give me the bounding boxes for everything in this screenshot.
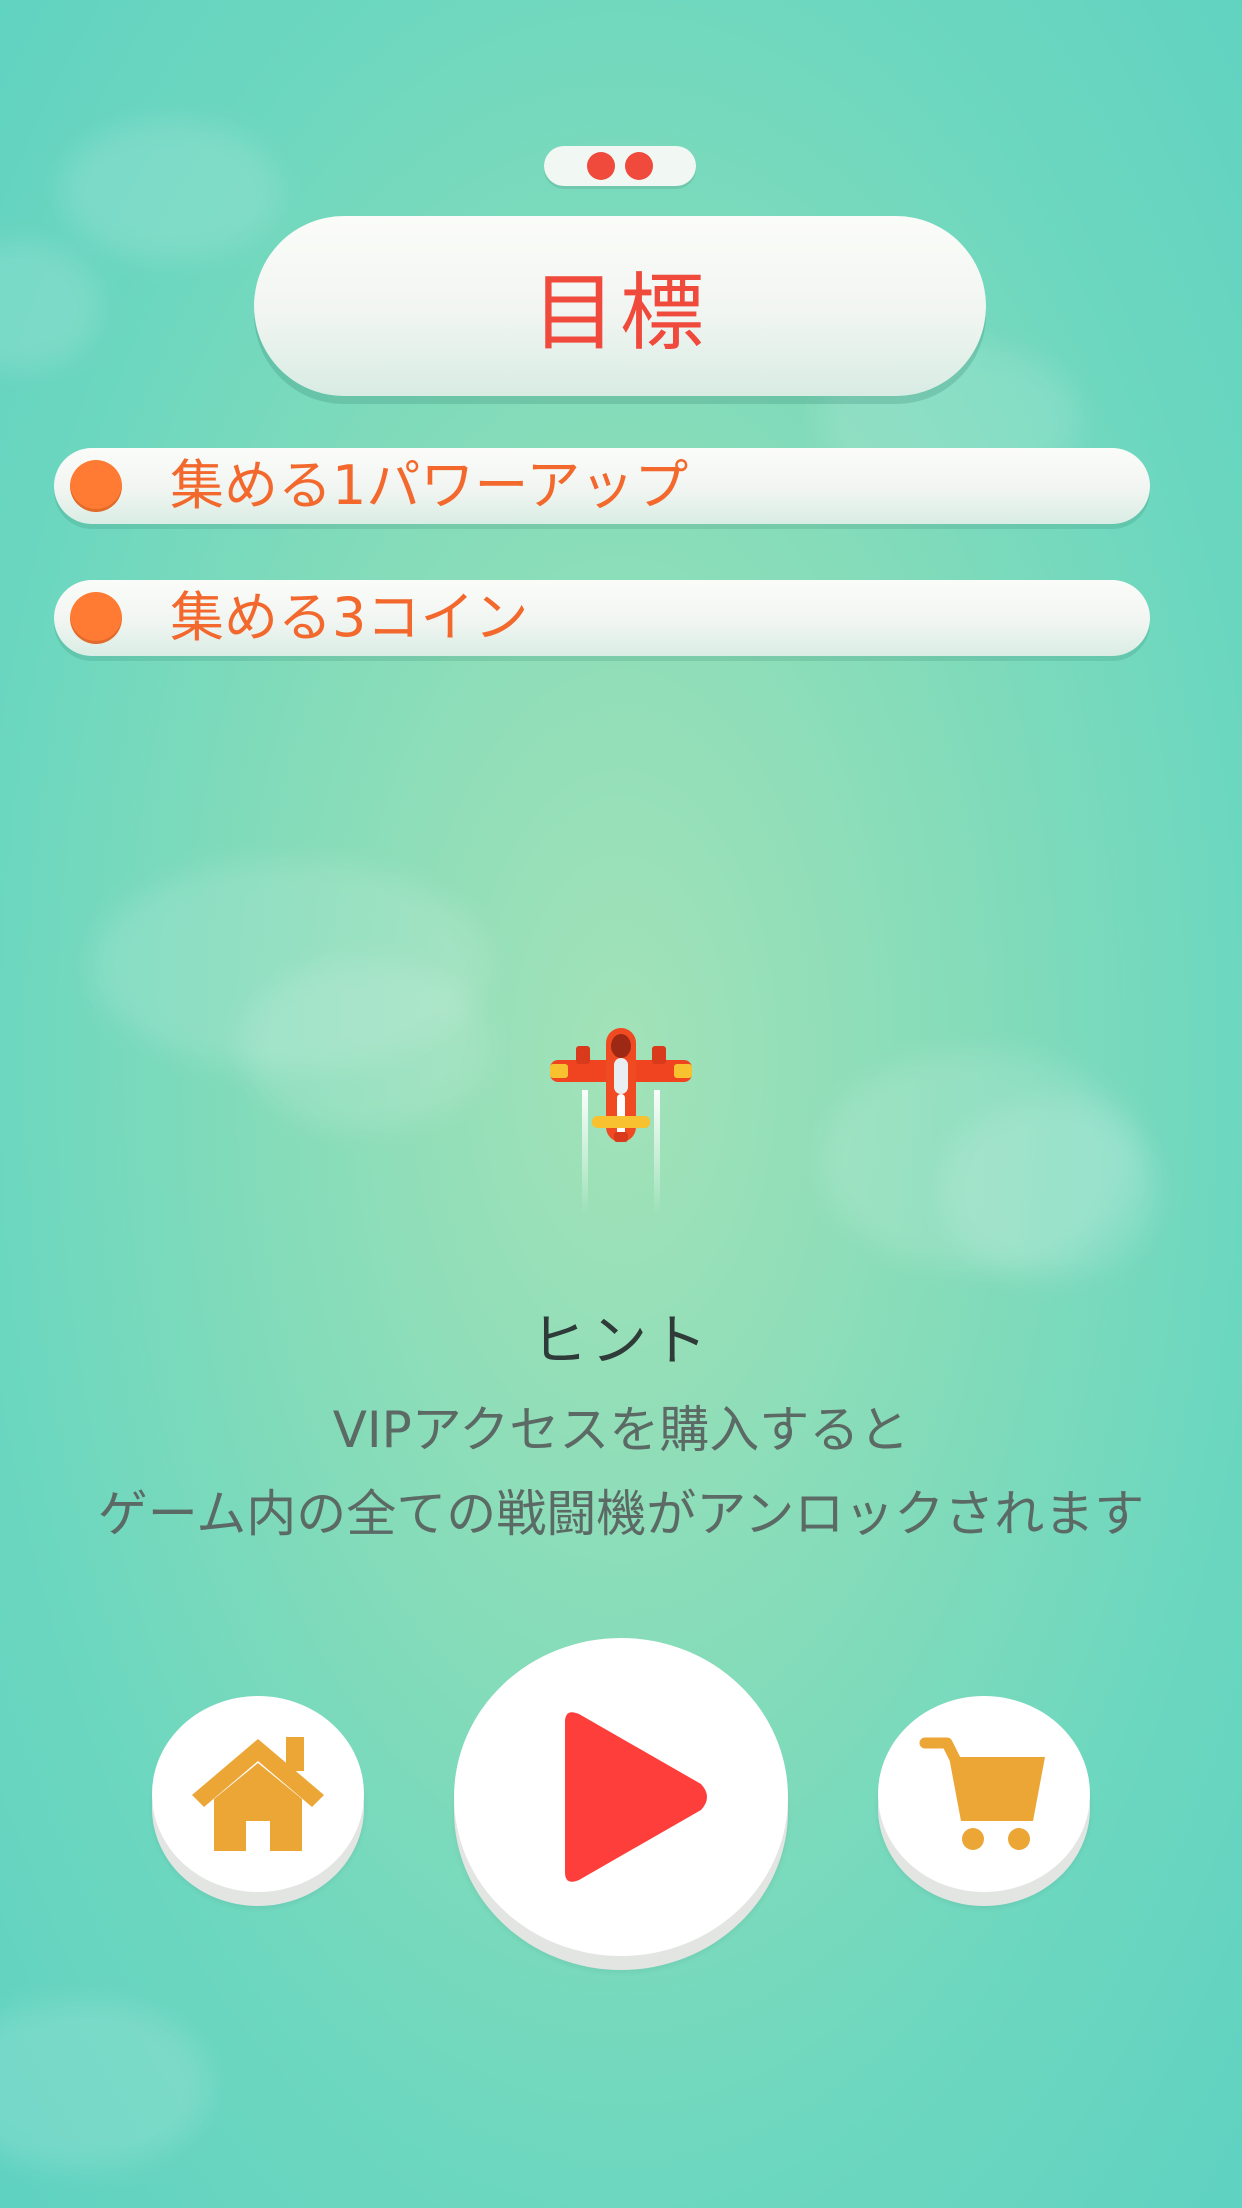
goal-title-panel: 目標: [254, 216, 986, 396]
goal-title: 目標: [531, 263, 708, 362]
home-button[interactable]: [152, 1696, 364, 1892]
shopping-cart-icon: [919, 1737, 1045, 1850]
hint-text-line: ゲーム内の全ての戦闘機がアンロックされます: [97, 1485, 1145, 1543]
page-indicator-dot: [625, 152, 653, 180]
objective-label: 集める3コイン: [170, 586, 529, 649]
background-cloud: [240, 960, 490, 1130]
objective-bullet-icon: [70, 460, 122, 512]
hint-title: ヒント: [531, 1309, 711, 1374]
background-cloud: [0, 2000, 210, 2170]
objective-item: 集める1パワーアップ: [54, 448, 1150, 524]
hint-text-line: VIPアクセスを購入すると: [332, 1401, 910, 1459]
objective-item: 集める3コイン: [54, 580, 1150, 656]
background-cloud: [60, 120, 280, 260]
shop-button[interactable]: [878, 1696, 1090, 1892]
home-icon: [192, 1737, 324, 1851]
page-indicator-dot: [587, 152, 615, 180]
objective-bullet-icon: [70, 592, 122, 644]
background-cloud: [0, 240, 100, 370]
play-icon: [565, 1712, 707, 1882]
play-button[interactable]: [454, 1638, 788, 1956]
page-indicator: [544, 146, 696, 186]
background-cloud: [940, 1100, 1160, 1280]
player-plane-icon: [550, 1028, 692, 1214]
objective-label: 集める1パワーアップ: [170, 454, 689, 517]
